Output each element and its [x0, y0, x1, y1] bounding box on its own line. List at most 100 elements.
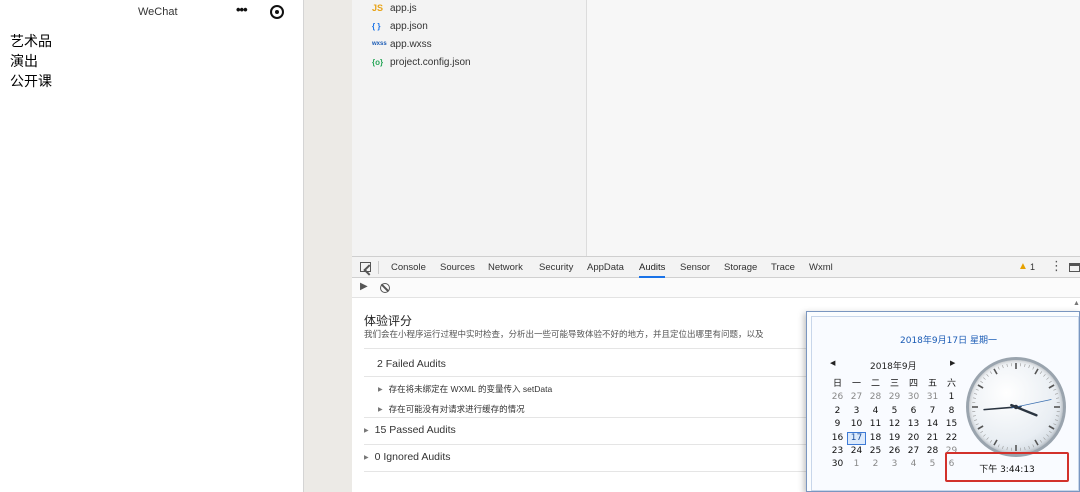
clock-tick: [974, 419, 978, 421]
calendar-day[interactable]: 6: [904, 405, 923, 418]
tab-audits[interactable]: Audits: [639, 257, 666, 278]
calendar-day[interactable]: 10: [847, 418, 866, 431]
clock-tick: [1054, 393, 1058, 395]
calendar-day[interactable]: 2: [828, 405, 847, 418]
run-icon[interactable]: ▶: [360, 281, 368, 292]
calendar-day[interactable]: 5: [885, 405, 904, 418]
clock-tick: [980, 430, 984, 434]
warning-icon[interactable]: ▲: [1018, 261, 1028, 272]
clock-tick: [989, 371, 993, 375]
calendar-day[interactable]: 12: [885, 418, 904, 431]
calendar-day[interactable]: 3: [885, 458, 904, 471]
tab-trace[interactable]: Trace: [771, 257, 795, 278]
calendar-day[interactable]: 18: [866, 432, 885, 445]
calendar-day[interactable]: 3: [847, 405, 866, 418]
calendar-day[interactable]: 30: [904, 391, 923, 404]
failed-audits-group[interactable]: 2 Failed Audits: [377, 358, 827, 370]
calendar-day[interactable]: 9: [828, 418, 847, 431]
calendar-day[interactable]: 1: [847, 458, 866, 471]
calendar-day[interactable]: 22: [942, 432, 961, 445]
inspect-element-icon[interactable]: [360, 262, 371, 272]
clock-tick: [993, 439, 998, 446]
file-item-app-json[interactable]: { } app.json: [372, 18, 428, 34]
editor-area[interactable]: [587, 0, 1080, 256]
calendar-day[interactable]: 30: [828, 458, 847, 471]
prev-month-icon[interactable]: ◀: [830, 359, 835, 367]
calendar-day[interactable]: 1: [942, 391, 961, 404]
tab-security[interactable]: Security: [539, 257, 573, 278]
calendar-day[interactable]: 27: [904, 445, 923, 458]
calendar-day[interactable]: 2: [866, 458, 885, 471]
calendar-day[interactable]: 4: [866, 405, 885, 418]
list-item[interactable]: 演出: [10, 52, 52, 72]
tab-sources[interactable]: Sources: [440, 257, 475, 278]
scroll-up-icon[interactable]: ▲: [1073, 300, 1080, 307]
calendar-day[interactable]: 26: [828, 391, 847, 404]
clock-tick: [1032, 366, 1035, 370]
calendar-day[interactable]: 14: [923, 418, 942, 431]
calendar-day[interactable]: 8: [942, 405, 961, 418]
calendar-day[interactable]: 16: [828, 432, 847, 445]
calendar-day[interactable]: 28: [923, 445, 942, 458]
calendar-month-label[interactable]: 2018年9月: [870, 359, 917, 372]
calendar-day[interactable]: 15: [942, 418, 961, 431]
clock-tick: [1024, 363, 1026, 367]
record-icon[interactable]: [270, 5, 284, 19]
file-item-project-config[interactable]: {o} project.config.json: [372, 54, 471, 70]
audit-title: 体验评分: [364, 314, 413, 328]
clock-tick: [989, 439, 993, 443]
warning-count[interactable]: 1: [1030, 262, 1035, 272]
divider: [364, 471, 814, 472]
calendar-day[interactable]: 31: [923, 391, 942, 404]
tab-network[interactable]: Network: [488, 257, 523, 278]
calendar-week-row: 30 1 2 3 4 5 6: [828, 458, 962, 471]
passed-audits-group[interactable]: ▶ 15 Passed Audits: [364, 424, 814, 436]
tab-sensor[interactable]: Sensor: [680, 257, 710, 278]
calendar-date-link[interactable]: 2018年9月17日 星期一: [900, 333, 997, 346]
clock-tick: [975, 388, 979, 391]
calendar-day[interactable]: 7: [923, 405, 942, 418]
clock-tick: [997, 444, 1000, 448]
calendar-day[interactable]: 24: [847, 445, 866, 458]
calendar-day[interactable]: 11: [866, 418, 885, 431]
clock-tick: [983, 434, 986, 437]
weekday-label: 五: [927, 379, 937, 389]
ignored-audits-group[interactable]: ▶ 0 Ignored Audits: [364, 451, 814, 463]
tab-appdata[interactable]: AppData: [587, 257, 624, 278]
calendar-day[interactable]: 28: [866, 391, 885, 404]
calendar-day-today[interactable]: 17: [847, 431, 866, 445]
calendar-day[interactable]: 25: [866, 445, 885, 458]
tab-storage[interactable]: Storage: [724, 257, 757, 278]
panel-gutter: [304, 0, 352, 492]
tab-console[interactable]: Console: [391, 257, 426, 278]
file-item-app-js[interactable]: JS app.js: [372, 0, 417, 16]
clock-tick: [1046, 377, 1049, 380]
calendar-day[interactable]: 5: [923, 458, 942, 471]
calendar-day[interactable]: 23: [828, 445, 847, 458]
calendar-day[interactable]: 29: [885, 391, 904, 404]
failed-audit-item[interactable]: ▶ 存在可能没有对请求进行缓存的情况: [378, 403, 525, 415]
divider: [364, 376, 814, 377]
config-file-icon: {o}: [372, 57, 384, 67]
calendar-day[interactable]: 19: [885, 432, 904, 445]
calendar-day[interactable]: 26: [885, 445, 904, 458]
more-options-icon[interactable]: •••: [236, 2, 248, 17]
calendar-day[interactable]: 27: [847, 391, 866, 404]
next-month-icon[interactable]: ▶: [950, 359, 955, 367]
failed-audit-item[interactable]: ▶ 存在将未绑定在 WXML 的变量传入 setData: [378, 383, 552, 395]
list-item[interactable]: 艺术品: [10, 32, 52, 52]
calendar-week-row: 2345678: [828, 405, 962, 418]
clear-icon[interactable]: [380, 283, 390, 293]
clock-tick: [1053, 423, 1057, 426]
calendar-day[interactable]: 4: [904, 458, 923, 471]
list-item[interactable]: 公开课: [10, 72, 52, 92]
dock-side-icon[interactable]: [1069, 263, 1080, 272]
calendar-day[interactable]: 20: [904, 432, 923, 445]
file-item-app-wxss[interactable]: wxss app.wxss: [372, 36, 432, 52]
calendar-day[interactable]: 13: [904, 418, 923, 431]
kebab-menu-icon[interactable]: ⋮: [1050, 258, 1063, 274]
calendar-day[interactable]: 21: [923, 432, 942, 445]
tab-wxml[interactable]: Wxml: [809, 257, 833, 278]
expand-triangle-icon: ▶: [364, 427, 369, 434]
calendar-week-row: 23 24 25 26 27 28 29: [828, 445, 962, 458]
